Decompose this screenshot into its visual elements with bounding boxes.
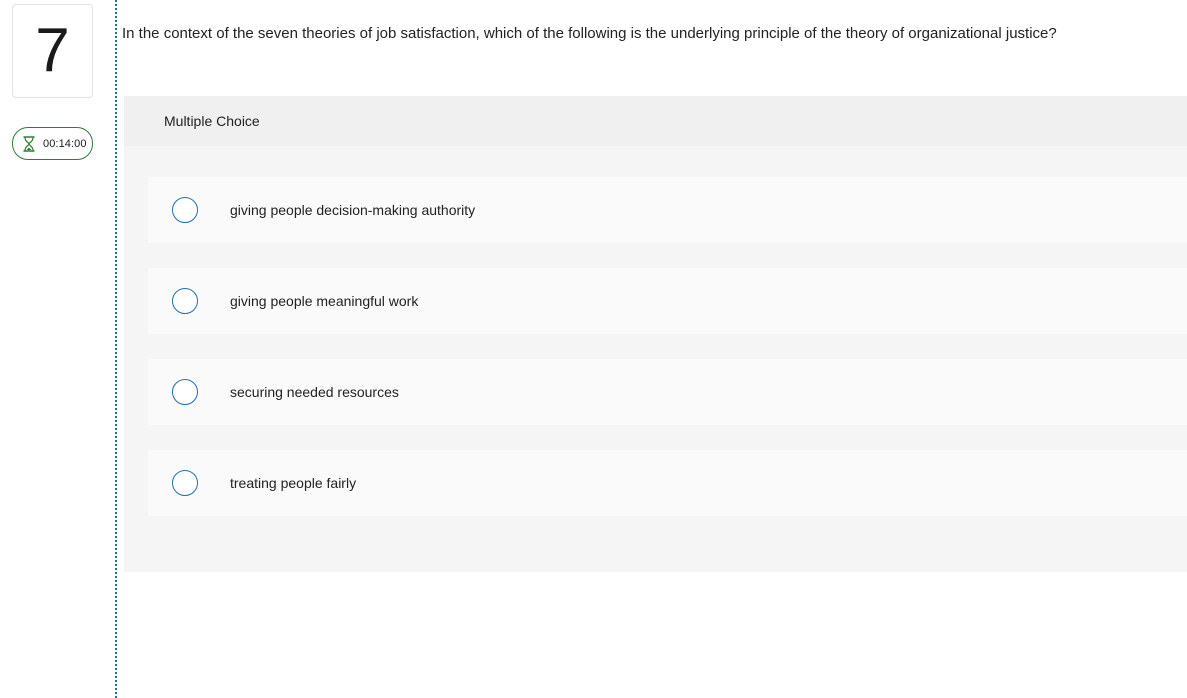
choice-option[interactable]: securing needed resources — [148, 359, 1187, 425]
timer-badge[interactable]: 00:14:00 — [12, 127, 93, 160]
radio-button[interactable] — [172, 197, 198, 223]
hourglass-icon — [23, 135, 35, 152]
answer-panel-header: Multiple Choice — [124, 96, 1187, 146]
question-number-box: 7 — [12, 4, 93, 98]
choice-label: securing needed resources — [230, 384, 399, 400]
radio-button[interactable] — [172, 470, 198, 496]
choice-option[interactable]: giving people decision-making authority — [148, 177, 1187, 243]
radio-button[interactable] — [172, 379, 198, 405]
choice-label: giving people meaningful work — [230, 293, 419, 309]
vertical-divider — [115, 0, 117, 698]
radio-button[interactable] — [172, 288, 198, 314]
question-type-label: Multiple Choice — [164, 113, 260, 129]
answer-panel: Multiple Choice giving people decision-m… — [124, 96, 1187, 572]
question-page: 7 00:14:00 In the context of the seven t… — [0, 0, 1187, 698]
choice-label: giving people decision-making authority — [230, 202, 476, 218]
timer-value: 00:14:00 — [43, 137, 87, 150]
choice-option[interactable]: treating people fairly — [148, 450, 1187, 516]
choice-option[interactable]: giving people meaningful work — [148, 268, 1187, 334]
question-prompt: In the context of the seven theories of … — [122, 25, 1057, 42]
question-number: 7 — [35, 16, 70, 85]
choice-label: treating people fairly — [230, 475, 357, 491]
